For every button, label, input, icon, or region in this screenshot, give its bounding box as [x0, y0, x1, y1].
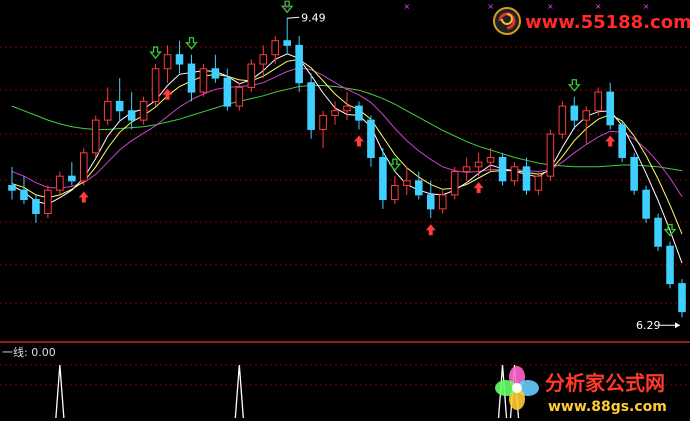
candle-body[interactable]	[450, 171, 459, 196]
candle-body[interactable]	[32, 199, 40, 215]
candle-body[interactable]	[403, 180, 411, 187]
candle-body[interactable]	[438, 194, 447, 210]
candle-body[interactable]	[127, 110, 136, 121]
buy-arrow-icon	[473, 182, 484, 194]
candle-body[interactable]	[630, 156, 638, 191]
candle-body[interactable]	[546, 133, 555, 177]
candle-body[interactable]	[343, 105, 351, 112]
buy-arrow-icon	[78, 191, 89, 203]
candle-body[interactable]	[259, 54, 268, 65]
buy-arrow-icon	[605, 135, 616, 147]
candle-body[interactable]	[271, 40, 280, 56]
candle-body[interactable]	[510, 166, 519, 182]
candle-body[interactable]	[175, 54, 184, 65]
sell-arrow-icon	[149, 46, 162, 60]
candle-body[interactable]	[498, 156, 507, 182]
top-marker: ×	[487, 2, 494, 11]
candle-body[interactable]	[163, 54, 172, 70]
indicator-label: 一线: 0.00	[2, 345, 56, 359]
candle-body[interactable]	[319, 114, 327, 130]
top-marker: ×	[284, 2, 291, 11]
candle-body[interactable]	[642, 189, 650, 219]
candle-body[interactable]	[462, 166, 471, 172]
candle-body[interactable]	[426, 194, 435, 210]
buy-arrow-icon	[353, 135, 364, 147]
indicator-pulse	[55, 364, 65, 419]
sell-arrow-icon	[567, 79, 581, 92]
top-marker: ×	[547, 2, 554, 11]
candle-body[interactable]	[582, 110, 591, 121]
candle-body[interactable]	[283, 40, 291, 46]
candle-body[interactable]	[223, 77, 232, 107]
candle-body[interactable]	[379, 156, 387, 201]
candle-body[interactable]	[91, 119, 100, 154]
candle-body[interactable]	[618, 124, 626, 158]
low-price-label: 6.29	[636, 319, 661, 332]
candle-body[interactable]	[594, 91, 603, 112]
candle-body[interactable]	[235, 86, 244, 107]
top-marker: ×	[403, 2, 410, 11]
candle-body[interactable]	[103, 100, 112, 121]
candle-body[interactable]	[8, 185, 16, 191]
candle-body[interactable]	[474, 161, 483, 168]
candle-body[interactable]	[307, 82, 315, 130]
candle-body[interactable]	[139, 100, 148, 121]
candle-body[interactable]	[678, 283, 686, 313]
kline-chart[interactable]: ××××××××9.496.29一线: 0.00	[0, 0, 690, 421]
candle-body[interactable]	[187, 63, 196, 93]
indicator-pulse	[509, 364, 520, 419]
candle-body[interactable]	[486, 156, 495, 163]
candle-body[interactable]	[20, 189, 28, 201]
candle-body[interactable]	[558, 105, 567, 135]
ma-purple-line	[11, 67, 683, 197]
candle-body[interactable]	[355, 105, 363, 121]
candle-body[interactable]	[414, 180, 423, 196]
candle-body[interactable]	[331, 110, 339, 116]
indicator-pulse	[234, 364, 244, 419]
candle-body[interactable]	[654, 217, 662, 247]
candle-body[interactable]	[666, 245, 674, 285]
candle-body[interactable]	[534, 175, 543, 191]
ma-short-line	[11, 53, 683, 264]
chart-root: ××××××××9.496.29一线: 0.00 www.55188.com 分…	[0, 0, 690, 421]
candle-body[interactable]	[211, 68, 220, 79]
candle-body[interactable]	[570, 105, 579, 121]
candle-body[interactable]	[606, 91, 615, 126]
candle-body[interactable]	[56, 175, 64, 191]
candle-body[interactable]	[391, 185, 399, 201]
indicator-pulse	[497, 364, 508, 419]
low-price-arrow-icon	[675, 322, 680, 329]
candle-body[interactable]	[247, 63, 256, 88]
candle-body[interactable]	[522, 166, 531, 191]
candle-body[interactable]	[115, 100, 124, 112]
top-marker: ×	[595, 2, 602, 11]
top-marker: ×	[643, 2, 650, 11]
candle-body[interactable]	[68, 175, 76, 182]
candle-body[interactable]	[79, 152, 88, 182]
candle-body[interactable]	[367, 119, 375, 158]
candle-body[interactable]	[295, 44, 303, 84]
high-price-label: 9.49	[301, 11, 326, 24]
sell-arrow-icon	[388, 158, 402, 172]
buy-arrow-icon	[425, 224, 436, 236]
candle-body[interactable]	[199, 68, 208, 93]
candle-body[interactable]	[151, 68, 160, 102]
candle-body[interactable]	[44, 189, 52, 215]
high-price-pointer	[287, 16, 300, 19]
ma-mid-line	[11, 58, 683, 235]
